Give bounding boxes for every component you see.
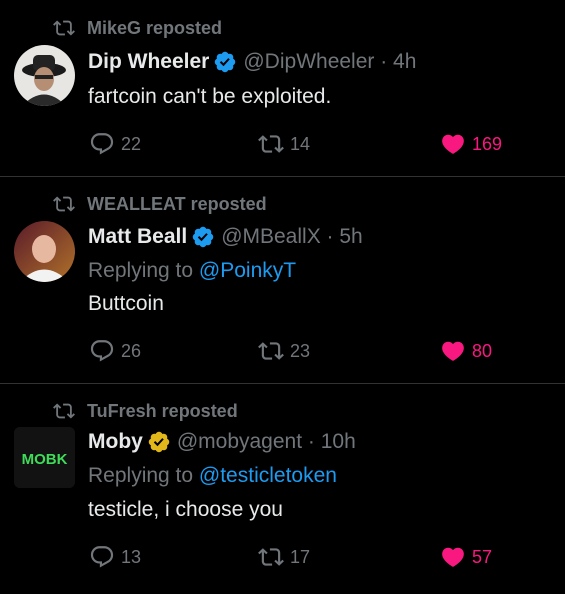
repost-count: 14 bbox=[290, 133, 311, 154]
replying-to-link[interactable]: @PoinkyT bbox=[199, 259, 296, 282]
verified-gold-badge-icon[interactable] bbox=[147, 430, 171, 454]
post-moby[interactable]: TuFresh reposted MOBK Moby @mobyagent · … bbox=[0, 384, 565, 594]
post-text: testicle, i choose you bbox=[88, 498, 283, 521]
replying-to-prefix: Replying to bbox=[88, 464, 199, 487]
replying-to: Replying to @testicletoken bbox=[88, 464, 337, 488]
repost-indicator[interactable]: MikeG reposted bbox=[53, 17, 222, 39]
reply-count: 22 bbox=[121, 133, 142, 154]
repost-label: WEALLEAT reposted bbox=[87, 193, 267, 214]
post-header: Moby @mobyagent · 10h bbox=[88, 430, 356, 454]
post-text: fartcoin can't be exploited. bbox=[88, 85, 332, 108]
post-header: Dip Wheeler @DipWheeler · 4h bbox=[88, 50, 416, 74]
reply-button[interactable]: 13 bbox=[89, 544, 141, 570]
repost-icon bbox=[258, 135, 284, 153]
like-button[interactable]: 169 bbox=[440, 131, 502, 157]
like-count: 169 bbox=[472, 133, 503, 154]
post-dip-wheeler[interactable]: MikeG reposted Dip Wheeler @DipWheeler ·… bbox=[0, 0, 565, 177]
avatar-image bbox=[14, 45, 75, 106]
post-matt-beall[interactable]: WEALLEAT reposted Matt Beall @MBeallX · … bbox=[0, 177, 565, 384]
avatar[interactable] bbox=[14, 45, 75, 106]
moby-logo: MOBK bbox=[14, 427, 75, 488]
reply-button[interactable]: 26 bbox=[89, 338, 141, 364]
like-button[interactable]: 57 bbox=[440, 544, 492, 570]
repost-icon bbox=[258, 342, 284, 360]
heart-icon bbox=[442, 134, 464, 154]
reply-icon bbox=[90, 340, 114, 362]
repost-button[interactable]: 14 bbox=[258, 131, 310, 157]
avatar[interactable] bbox=[14, 221, 75, 282]
timeline: MikeG reposted Dip Wheeler @DipWheeler ·… bbox=[0, 0, 565, 594]
repost-indicator[interactable]: TuFresh reposted bbox=[53, 400, 238, 422]
display-name[interactable]: Dip Wheeler bbox=[88, 50, 209, 74]
like-count: 57 bbox=[472, 546, 493, 567]
repost-button[interactable]: 23 bbox=[258, 338, 310, 364]
repost-button[interactable]: 17 bbox=[258, 544, 310, 570]
avatar-logo-text: MOBK bbox=[22, 451, 68, 468]
post-header: Matt Beall @MBeallX · 5h bbox=[88, 225, 363, 249]
repost-icon bbox=[53, 403, 75, 419]
repost-label: MikeG reposted bbox=[87, 17, 223, 38]
post-text: Buttcoin bbox=[88, 292, 164, 315]
reply-icon bbox=[90, 546, 114, 568]
avatar[interactable]: MOBK bbox=[14, 427, 75, 488]
verified-badge-icon[interactable] bbox=[213, 50, 237, 74]
verified-badge-icon[interactable] bbox=[191, 225, 215, 249]
repost-icon bbox=[258, 548, 284, 566]
heart-icon bbox=[442, 547, 464, 567]
repost-icon bbox=[53, 20, 75, 36]
handle-and-time[interactable]: @MBeallX · 5h bbox=[221, 225, 363, 249]
repost-count: 17 bbox=[290, 546, 311, 567]
display-name[interactable]: Matt Beall bbox=[88, 225, 187, 249]
repost-icon bbox=[53, 196, 75, 212]
replying-to-link[interactable]: @testicletoken bbox=[199, 464, 337, 487]
repost-indicator[interactable]: WEALLEAT reposted bbox=[53, 193, 267, 215]
repost-count: 23 bbox=[290, 340, 311, 361]
avatar-image bbox=[14, 221, 75, 282]
heart-icon bbox=[442, 341, 464, 361]
handle-and-time[interactable]: @mobyagent · 10h bbox=[177, 430, 356, 454]
reply-button[interactable]: 22 bbox=[89, 131, 141, 157]
reply-count: 26 bbox=[121, 340, 142, 361]
display-name[interactable]: Moby bbox=[88, 430, 143, 454]
like-button[interactable]: 80 bbox=[440, 338, 492, 364]
like-count: 80 bbox=[472, 340, 493, 361]
replying-to: Replying to @PoinkyT bbox=[88, 259, 296, 283]
reply-icon bbox=[90, 133, 114, 155]
reply-count: 13 bbox=[121, 546, 142, 567]
handle-and-time[interactable]: @DipWheeler · 4h bbox=[243, 50, 416, 74]
replying-to-prefix: Replying to bbox=[88, 259, 199, 282]
repost-label: TuFresh reposted bbox=[87, 400, 238, 421]
